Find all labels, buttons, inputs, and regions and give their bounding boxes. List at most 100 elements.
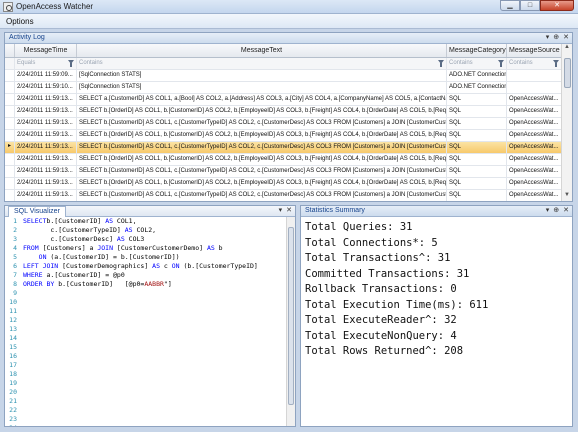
line-number: 2	[13, 226, 17, 234]
sql-scrollbar[interactable]	[286, 217, 295, 426]
close-button[interactable]: ✕	[540, 0, 574, 11]
table-row[interactable]: 2/24/2011 11:59:13... SELECT b.[CustomerI…	[5, 190, 562, 201]
stat-line: Total Rows Returned^: 208	[305, 345, 464, 357]
cell-messagetime: 2/24/2011 11:59:13...	[15, 94, 77, 105]
filter-icon[interactable]	[498, 60, 504, 67]
code-line: 23	[5, 415, 288, 424]
cell-messagesource: OpenAccessWat...	[507, 94, 562, 105]
table-row[interactable]: 2/24/2011 11:59:10... [SqlConnection STAT…	[5, 82, 562, 94]
maximize-icon: □	[527, 2, 533, 9]
maximize-button[interactable]: □	[520, 0, 540, 11]
row-indicator	[5, 106, 15, 117]
table-row[interactable]: 2/24/2011 11:59:13... SELECT b.[OrderID] …	[5, 130, 562, 142]
close-panel-icon[interactable]: ✕	[286, 206, 292, 214]
close-panel-icon[interactable]: ✕	[563, 33, 569, 41]
filter-icon[interactable]	[68, 60, 74, 67]
table-row[interactable]: 2/24/2011 11:59:13... SELECT a.[CustomerI…	[5, 94, 562, 106]
scroll-up-icon[interactable]: ▲	[562, 44, 572, 53]
code-line: 21	[5, 397, 288, 406]
code-line: 16	[5, 352, 288, 361]
code-line: 4 FROM [Customers] a JOIN [CustomerCustom…	[5, 244, 288, 253]
cell-messagetext: SELECT b.[CustomerID] AS COL1, c.[Custom…	[77, 142, 447, 153]
sql-text: c	[159, 262, 172, 270]
stat-line: Total Connections*: 5	[305, 236, 438, 249]
line-number: 21	[9, 397, 17, 405]
filter-cell[interactable]: Contains	[507, 58, 562, 69]
sql-text: "]	[163, 280, 172, 288]
column-header-messagetime[interactable]: MessageTime	[15, 44, 77, 57]
line-number: 8	[13, 280, 17, 288]
app-icon	[3, 2, 13, 12]
filter-cell[interactable]: Contains	[447, 58, 507, 69]
sql-code-editor[interactable]: 1 SELECTb.[CustomerID] AS COL1, 2 c.[Custo…	[5, 217, 288, 426]
cell-messagecategory: ADO.NET Connection	[447, 70, 507, 81]
sql-visualizer-panel: SQL Visualizer ▾ ✕ 1 SELECTb.[CustomerID]…	[4, 205, 296, 427]
table-row[interactable]: 2/24/2011 11:59:13... SELECT b.[OrderID] …	[5, 106, 562, 118]
sql-visualizer-header: SQL Visualizer ▾ ✕	[5, 206, 295, 217]
scroll-thumb[interactable]	[288, 227, 294, 405]
title-bar: OpenAccess Watcher ▁ □ ✕	[0, 0, 578, 14]
cell-messagetext: [SqlConnection STATS]	[77, 82, 447, 93]
filter-cell[interactable]: Contains	[77, 58, 447, 69]
sql-text: COL1,	[113, 217, 137, 225]
cell-messagesource: OpenAccessWat...	[507, 190, 562, 201]
filter-cell[interactable]: Equals	[15, 58, 77, 69]
activity-scrollbar[interactable]: ▲ ▼	[561, 44, 572, 201]
cell-messagetime: 2/24/2011 11:59:13...	[15, 118, 77, 129]
line-number: 16	[9, 352, 17, 360]
code-line: 9	[5, 289, 288, 298]
sql-text: (b.[CustomerTypeID]	[179, 262, 258, 270]
stat-line: Committed Transactions: 31	[305, 267, 470, 280]
activity-log-panel: Activity Log ▾ ⊕ ✕ MessageTime MessageTe…	[4, 32, 573, 202]
table-row[interactable]: 2/24/2011 11:59:13... SELECT b.[CustomerI…	[5, 166, 562, 178]
dropdown-arrow-icon[interactable]: ▾	[546, 206, 550, 214]
tab-sql-visualizer[interactable]: SQL Visualizer	[8, 206, 66, 217]
cell-messagesource: OpenAccessWat...	[507, 130, 562, 141]
sql-text: c.[CustomerDesc]	[23, 235, 117, 243]
code-line: 22	[5, 406, 288, 415]
filter-indicator	[5, 58, 15, 69]
close-panel-icon[interactable]: ✕	[563, 206, 569, 214]
minimize-button[interactable]: ▁	[500, 0, 520, 11]
column-header-messagetext[interactable]: MessageText	[77, 44, 447, 57]
filter-icon[interactable]	[438, 60, 444, 67]
sql-text: b	[214, 244, 223, 252]
activity-log-header: Activity Log ▾ ⊕ ✕	[5, 33, 572, 44]
menu-options[interactable]: Options	[6, 17, 34, 26]
code-line: 14	[5, 334, 288, 343]
table-row[interactable]: 2/24/2011 11:59:09... [SqlConnection STAT…	[5, 70, 562, 82]
scroll-thumb[interactable]	[564, 58, 571, 88]
sql-text: COL3	[124, 235, 145, 243]
cell-messagecategory: ADO.NET Connection	[447, 82, 507, 93]
dropdown-arrow-icon[interactable]: ▾	[546, 33, 550, 41]
column-header-messagecategory[interactable]: MessageCategory	[447, 44, 507, 57]
column-header-messagesource[interactable]: MessageSource	[507, 44, 562, 57]
cell-messagetime: 2/24/2011 11:59:13...	[15, 154, 77, 165]
filter-operator: Contains	[509, 60, 533, 66]
cell-messagetext: SELECT b.[OrderID] AS COL1, b.[CustomerI…	[77, 178, 447, 189]
filter-icon[interactable]	[553, 60, 559, 67]
cell-messagesource: OpenAccessWat...	[507, 154, 562, 165]
table-row[interactable]: 2/24/2011 11:59:13... SELECT b.[CustomerI…	[5, 118, 562, 130]
cell-messagetext: SELECT b.[OrderID] AS COL1, b.[CustomerI…	[77, 154, 447, 165]
cell-messagetime: 2/24/2011 11:59:13...	[15, 178, 77, 189]
table-row[interactable]: 2/24/2011 11:59:13... SELECT b.[OrderID] …	[5, 178, 562, 190]
sql-text: c.[CustomerTypeID]	[23, 226, 125, 234]
pin-icon[interactable]: ⊕	[553, 33, 559, 41]
cell-messagecategory: SQL	[447, 190, 507, 201]
table-row[interactable]: 2/24/2011 11:59:13... SELECT b.[OrderID] …	[5, 154, 562, 166]
cell-messagesource: OpenAccessWat...	[507, 118, 562, 129]
cell-messagetext: SELECT b.[OrderID] AS COL1, b.[CustomerI…	[77, 106, 447, 117]
pin-icon[interactable]: ⊕	[553, 206, 559, 214]
dropdown-arrow-icon[interactable]: ▾	[279, 206, 283, 214]
line-number: 11	[9, 307, 17, 315]
code-line: 17	[5, 361, 288, 370]
scroll-down-icon[interactable]: ▼	[562, 192, 572, 201]
stat-line: Total ExecuteReader^: 32	[305, 314, 457, 326]
table-row[interactable]: ▸ 2/24/2011 11:59:13... SELECT b.[Customer…	[5, 142, 562, 154]
line-number: 7	[13, 271, 17, 279]
cell-messagecategory: SQL	[447, 154, 507, 165]
sql-keyword: AS	[116, 235, 125, 243]
stat-line: Total Transactions^: 31	[305, 252, 451, 264]
